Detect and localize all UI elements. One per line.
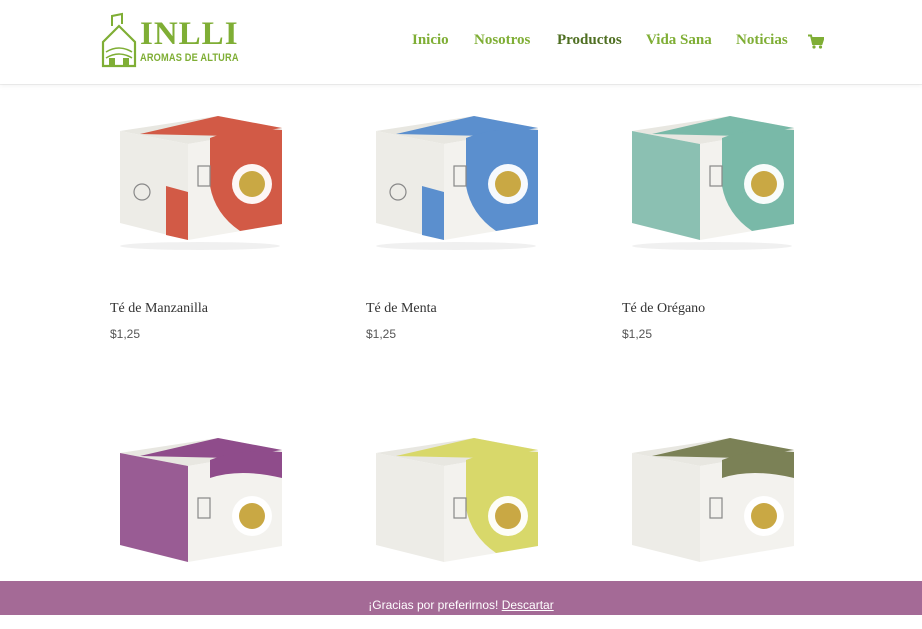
product-name[interactable]: Té de Orégano	[622, 301, 705, 317]
product-name[interactable]: Té de Menta	[366, 301, 437, 317]
nav-item-noticias[interactable]: Noticias	[736, 30, 788, 50]
cart-icon[interactable]	[808, 34, 824, 49]
nav-item-productos[interactable]: Productos	[557, 30, 622, 50]
notice-text: ¡Gracias por preferirnos!	[368, 598, 499, 612]
product-name[interactable]: Té de Manzanilla	[110, 301, 208, 317]
nav-item-nosotros[interactable]: Nosotros	[474, 30, 530, 50]
brand-tagline: AROMAS DE ALTURA	[140, 52, 239, 64]
product-image[interactable]	[366, 96, 566, 296]
nav-item-inicio[interactable]: Inicio	[412, 30, 449, 50]
store-notice-bar: ¡Gracias por preferirnos! Descartar	[0, 581, 922, 615]
product-image[interactable]	[110, 96, 310, 296]
dismiss-link[interactable]: Descartar	[502, 598, 554, 612]
product-price: $1,25	[622, 327, 653, 341]
product-image[interactable]	[622, 96, 822, 296]
main-nav: Inicio Nosotros Productos Vida Sana Noti…	[0, 30, 922, 50]
nav-item-vida-sana[interactable]: Vida Sana	[646, 30, 712, 50]
product-price: $1,25	[110, 327, 141, 341]
product-price: $1,25	[366, 327, 397, 341]
site-header: INLLI AROMAS DE ALTURA Inicio Nosotros P…	[0, 0, 922, 84]
